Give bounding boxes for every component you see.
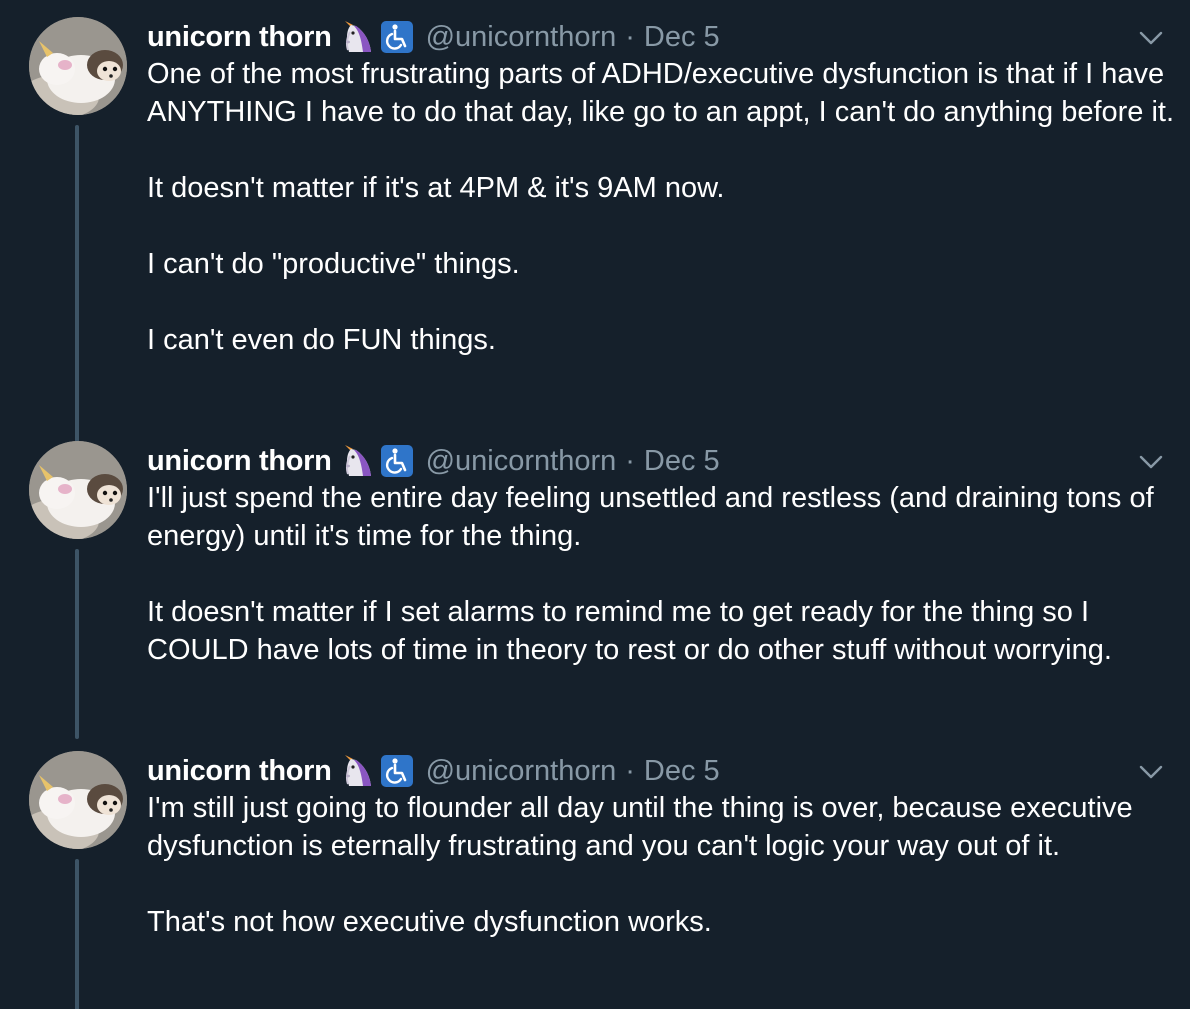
unicorn-icon xyxy=(342,444,376,478)
tweet-text: One of the most frustrating parts of ADH… xyxy=(147,55,1177,359)
thread-line xyxy=(75,859,79,1009)
tweet-paragraph: I can't do "productive" things. xyxy=(147,248,520,280)
user-handle[interactable]: @unicornthorn xyxy=(426,21,617,54)
avatar[interactable] xyxy=(29,441,127,539)
avatar[interactable] xyxy=(29,751,127,849)
tweet-paragraph: I can't even do FUN things. xyxy=(147,324,496,356)
tweet-text: I'm still just going to flounder all day… xyxy=(147,789,1177,941)
tweet-paragraph: It doesn't matter if it's at 4PM & it's … xyxy=(147,172,725,204)
user-handle[interactable]: @unicornthorn xyxy=(426,445,617,478)
chevron-down-icon[interactable] xyxy=(1138,453,1164,471)
separator: · xyxy=(625,20,635,53)
separator: · xyxy=(625,444,635,477)
tweet-paragraph: That's not how executive dysfunction wor… xyxy=(147,906,712,938)
display-name[interactable]: unicorn thorn xyxy=(147,21,332,54)
tweet-header: unicorn thorn @unicornthorn · Dec 5 xyxy=(147,441,720,481)
wheelchair-icon xyxy=(380,20,414,54)
tweet-paragraph: I'll just spend the entire day feeling u… xyxy=(147,482,1154,552)
chevron-down-icon[interactable] xyxy=(1138,763,1164,781)
wheelchair-icon xyxy=(380,754,414,788)
display-name[interactable]: unicorn thorn xyxy=(147,445,332,478)
thread-line xyxy=(75,549,79,739)
tweet[interactable]: unicorn thorn @unicornthorn · Dec 5 xyxy=(0,441,1190,747)
avatar[interactable] xyxy=(29,17,127,115)
tweet[interactable]: unicorn thorn @unicornthorn · Dec 5 xyxy=(0,17,1190,443)
separator: · xyxy=(625,754,635,787)
display-name[interactable]: unicorn thorn xyxy=(147,755,332,788)
tweet-date[interactable]: Dec 5 xyxy=(644,445,720,478)
user-handle[interactable]: @unicornthorn xyxy=(426,755,617,788)
tweet-text: I'll just spend the entire day feeling u… xyxy=(147,479,1177,669)
tweet-date[interactable]: Dec 5 xyxy=(644,21,720,54)
wheelchair-icon xyxy=(380,444,414,478)
tweet[interactable]: unicorn thorn @unicornthorn · Dec 5 xyxy=(0,751,1190,1009)
thread-line xyxy=(75,125,79,443)
chevron-down-icon[interactable] xyxy=(1138,29,1164,47)
unicorn-icon xyxy=(342,20,376,54)
tweet-paragraph: One of the most frustrating parts of ADH… xyxy=(147,58,1175,128)
tweet-header: unicorn thorn @unicornthorn · Dec 5 xyxy=(147,751,720,791)
tweet-header: unicorn thorn @unicornthorn · Dec 5 xyxy=(147,17,720,57)
unicorn-icon xyxy=(342,754,376,788)
tweet-date[interactable]: Dec 5 xyxy=(644,755,720,788)
tweet-paragraph: It doesn't matter if I set alarms to rem… xyxy=(147,596,1112,666)
tweet-paragraph: I'm still just going to flounder all day… xyxy=(147,792,1133,862)
